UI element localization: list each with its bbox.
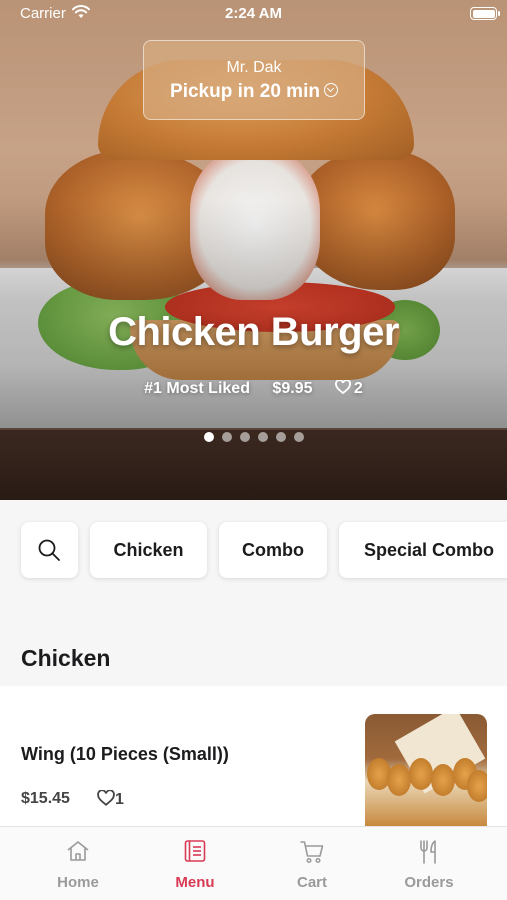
carousel-page-indicator[interactable] [0, 429, 507, 447]
tab-home[interactable]: Home [15, 827, 141, 900]
search-icon [38, 539, 60, 561]
tab-orders[interactable]: Orders [366, 827, 492, 900]
category-bar: Chicken Combo Special Combo [0, 500, 507, 605]
search-button[interactable] [21, 522, 78, 578]
menu-icon [184, 840, 206, 862]
pickup-eta-row: Pickup in 20 min [144, 81, 364, 103]
tab-orders-label: Orders [404, 874, 454, 891]
tab-bar: Home Menu Cart Orders [0, 826, 507, 900]
featured-title: Chicken Burger [108, 310, 399, 354]
menu-item-price: $15.45 [21, 790, 70, 807]
carousel-dot[interactable] [203, 432, 214, 442]
featured-meta: #1 Most Liked $9.95 2 [0, 380, 507, 398]
battery-icon [470, 7, 500, 20]
tab-menu[interactable]: Menu [132, 827, 258, 900]
category-chip-combo[interactable]: Combo [219, 522, 327, 578]
carousel-dot[interactable] [275, 432, 286, 442]
chevron-down-icon [323, 82, 338, 97]
heart-icon [97, 789, 115, 806]
tab-cart-label: Cart [296, 874, 327, 891]
section-title: Chicken [21, 645, 111, 671]
menu-item-image [365, 714, 487, 826]
carousel-dot[interactable] [293, 432, 304, 442]
orders-icon [420, 840, 436, 864]
tab-menu-label: Menu [175, 874, 215, 891]
thumb-wing [467, 770, 487, 802]
menu-item[interactable]: Wing (10 Pieces (Small)) $15.45 1 [0, 686, 507, 826]
pickup-selector[interactable]: Mr. Dak Pickup in 20 min [143, 40, 365, 120]
category-chip-special-combo[interactable]: Special Combo [339, 522, 507, 578]
home-icon [67, 841, 89, 861]
tab-cart[interactable]: Cart [249, 827, 375, 900]
thumb-wing [387, 764, 411, 796]
heart-icon [335, 380, 351, 394]
tab-home-label: Home [57, 874, 99, 891]
featured-rank: #1 Most Liked [144, 380, 250, 397]
thumb-wing [409, 758, 433, 790]
thumb-wing [431, 764, 455, 796]
featured-likes-count: 2 [353, 380, 363, 397]
clock: 2:24 AM [225, 5, 282, 22]
menu-item-name: Wing (10 Pieces (Small)) [21, 744, 229, 764]
featured-price: $9.95 [272, 380, 313, 397]
status-bar: Carrier 2:24 AM [0, 0, 507, 28]
carousel-dot[interactable] [221, 432, 232, 442]
cart-icon [300, 841, 324, 864]
category-chip-chicken[interactable]: Chicken [90, 522, 207, 578]
restaurant-name: Mr. Dak [226, 59, 282, 76]
carousel-dot[interactable] [257, 432, 268, 442]
pickup-eta: Pickup in 20 min [170, 81, 320, 102]
menu-item-likes-count: 1 [115, 791, 124, 808]
featured-likes: 2 [335, 380, 363, 397]
carousel-dot[interactable] [239, 432, 250, 442]
menu-item-likes: 1 [97, 789, 124, 809]
